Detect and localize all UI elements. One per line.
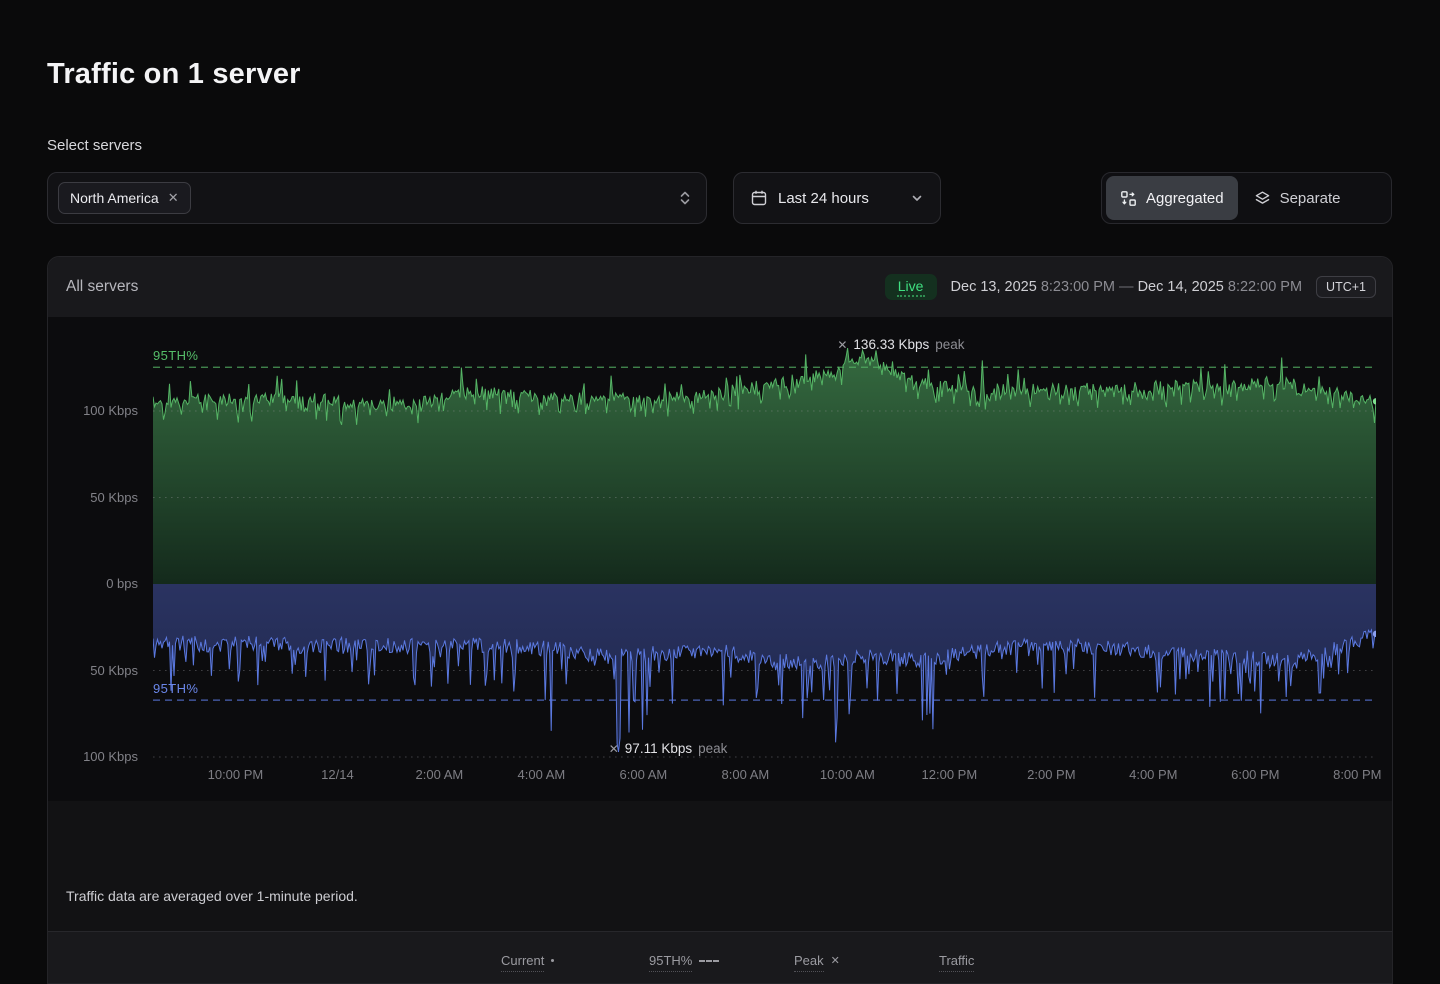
toggle-separate-button[interactable]: Separate (1240, 176, 1355, 220)
p95-dashes-icon (699, 960, 719, 962)
live-badge-label: Live (898, 278, 924, 294)
date-range-button[interactable]: Last 24 hours (733, 172, 941, 224)
calendar-icon (750, 189, 768, 207)
select-servers-label: Select servers (47, 137, 142, 154)
chart-plot-area[interactable]: 95TH% 95TH% ✕ 136.33 Kbps peak ✕ 97.11 K… (153, 317, 1376, 801)
chart-footnote: Traffic data are averaged over 1-minute … (66, 888, 358, 904)
remove-tag-icon[interactable]: ✕ (168, 190, 179, 206)
toggle-aggregated-label: Aggregated (1146, 190, 1224, 207)
range-start-time: 8:23:00 PM (1041, 279, 1115, 295)
current-dot-icon (551, 959, 554, 962)
selected-server-tag-label: North America (70, 190, 159, 206)
page-title: Traffic on 1 server (47, 58, 301, 91)
unfold-chevrons-icon[interactable] (678, 188, 692, 208)
timezone-chip[interactable]: UTC+1 (1316, 276, 1376, 298)
y-axis-tick: 50 Kbps (48, 490, 138, 505)
aggregated-combine-icon (1120, 190, 1137, 207)
range-end-time: 8:22:00 PM (1228, 279, 1302, 295)
panel-header: All servers Live Dec 13, 2025 8:23:00 PM… (48, 257, 1392, 317)
peak-in-annotation: ✕ 97.11 Kbps peak (609, 741, 728, 756)
panel-header-right: Live Dec 13, 2025 8:23:00 PM — Dec 14, 2… (885, 274, 1376, 300)
toggle-aggregated-button[interactable]: Aggregated (1106, 176, 1238, 220)
x-axis-tick: 2:00 AM (416, 767, 464, 782)
separate-layers-icon (1254, 190, 1271, 207)
x-axis-tick: 8:00 AM (722, 767, 770, 782)
view-mode-toggle: Aggregated Separate (1101, 172, 1392, 224)
selected-server-tag[interactable]: North America ✕ (58, 182, 191, 214)
peak-x-icon: ✕ (831, 954, 840, 967)
traffic-panel: All servers Live Dec 13, 2025 8:23:00 PM… (47, 256, 1393, 984)
range-end-date: Dec 14, 2025 (1138, 279, 1224, 295)
x-axis-tick: 12/14 (321, 767, 354, 782)
server-select-input[interactable]: North America ✕ (47, 172, 707, 224)
range-separator: — (1119, 279, 1134, 295)
x-axis-tick: 10:00 AM (820, 767, 875, 782)
stats-section: Current 95TH% Peak✕ Traffic OUT 105 (48, 931, 1393, 984)
panel-title: All servers (66, 278, 138, 296)
stats-header-p95: 95TH% (649, 950, 794, 974)
y-axis-tick: 0 bps (48, 576, 138, 591)
stats-header-peak: Peak✕ (794, 950, 939, 974)
y-axis-tick: 100 Kbps (48, 749, 138, 764)
y-axis-tick: 50 Kbps (48, 663, 138, 678)
stats-table: Current 95TH% Peak✕ Traffic OUT 105 (373, 946, 1384, 984)
x-axis-tick: 6:00 AM (620, 767, 668, 782)
range-start-date: Dec 13, 2025 (951, 279, 1037, 295)
traffic-area-chart-svg (153, 317, 1376, 801)
peak-x-icon: ✕ (609, 742, 619, 756)
peak-out-annotation: ✕ 136.33 Kbps peak (837, 337, 964, 352)
stats-header-traffic: Traffic (939, 950, 1384, 974)
chart-footnote-row: Traffic data are averaged over 1-minute … (48, 861, 1393, 931)
x-axis-tick: 8:00 PM (1333, 767, 1381, 782)
chevron-down-icon (910, 191, 924, 205)
peak-x-icon: ✕ (837, 338, 847, 352)
p95-in-label: 95TH% (153, 681, 198, 696)
y-axis-tick: 100 Kbps (48, 403, 138, 418)
traffic-chart: 100 Kbps 50 Kbps 0 bps 50 Kbps 100 Kbps 95TH… (48, 317, 1393, 801)
live-badge[interactable]: Live (885, 274, 937, 300)
stats-header-current: Current (501, 950, 649, 974)
x-axis-tick: 4:00 PM (1129, 767, 1177, 782)
date-range-button-label: Last 24 hours (778, 190, 900, 207)
p95-out-label: 95TH% (153, 348, 198, 363)
date-range-readout: Dec 13, 2025 8:23:00 PM — Dec 14, 2025 8… (951, 279, 1303, 295)
live-activity-ticks (897, 295, 925, 297)
toggle-separate-label: Separate (1280, 190, 1341, 207)
x-axis-tick: 10:00 PM (208, 767, 264, 782)
x-axis-tick: 4:00 AM (518, 767, 566, 782)
x-axis-tick: 12:00 PM (922, 767, 978, 782)
x-axis-tick: 2:00 PM (1027, 767, 1075, 782)
x-axis-tick: 6:00 PM (1231, 767, 1279, 782)
